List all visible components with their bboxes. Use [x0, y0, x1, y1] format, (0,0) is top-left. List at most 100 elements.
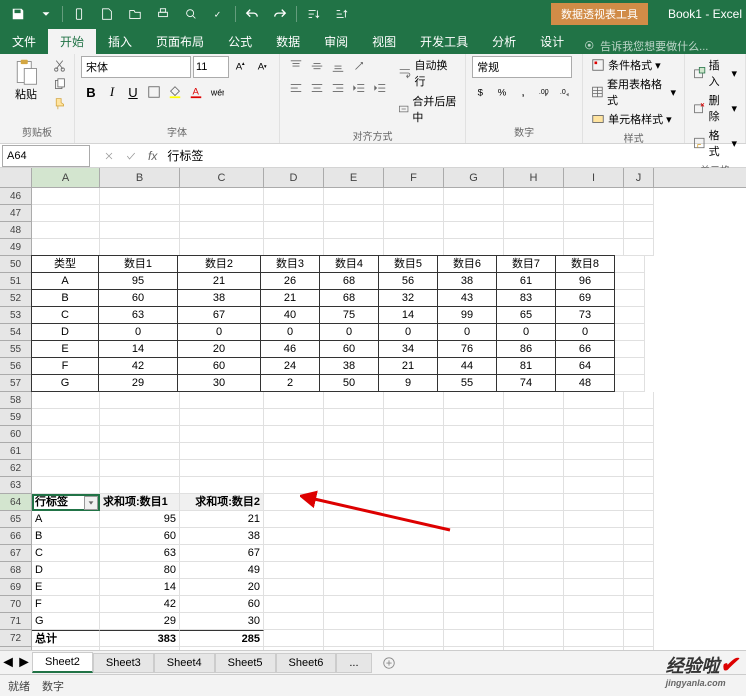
cell[interactable]: [384, 426, 444, 443]
cell[interactable]: 21: [180, 511, 264, 528]
cell[interactable]: 0: [496, 323, 556, 341]
row-header-64[interactable]: 64: [0, 494, 31, 511]
cell[interactable]: [324, 596, 384, 613]
cell[interactable]: 75: [319, 306, 379, 324]
cell[interactable]: 数目5: [378, 255, 438, 273]
cell[interactable]: [564, 239, 624, 256]
decrease-indent-icon[interactable]: [349, 78, 369, 98]
tab-review[interactable]: 审阅: [312, 29, 360, 54]
cell[interactable]: [384, 443, 444, 460]
cell[interactable]: [264, 239, 324, 256]
cell[interactable]: 数目1: [98, 255, 178, 273]
row-header-63[interactable]: 63: [0, 477, 31, 494]
cell[interactable]: [564, 477, 624, 494]
name-box[interactable]: [2, 145, 90, 167]
cell[interactable]: [324, 443, 384, 460]
cell[interactable]: [324, 188, 384, 205]
cell[interactable]: [444, 239, 504, 256]
touch-mode-icon[interactable]: [65, 2, 93, 26]
cell[interactable]: [100, 409, 180, 426]
sort-desc-icon[interactable]: [327, 2, 355, 26]
cell[interactable]: 数目4: [319, 255, 379, 273]
col-header-C[interactable]: C: [180, 168, 264, 187]
col-header-G[interactable]: G: [444, 168, 504, 187]
cell[interactable]: [324, 222, 384, 239]
align-center-icon[interactable]: [307, 78, 327, 98]
cell[interactable]: [264, 460, 324, 477]
cell[interactable]: [624, 630, 654, 647]
cell[interactable]: [504, 222, 564, 239]
insert-cells-button[interactable]: 插入 ▾: [691, 56, 739, 90]
tab-analyze[interactable]: 分析: [480, 29, 528, 54]
decrease-decimal-icon[interactable]: .0: [556, 82, 576, 102]
cell[interactable]: [504, 528, 564, 545]
sheet-tab-sheet2[interactable]: Sheet2: [32, 652, 93, 673]
cell[interactable]: 49: [180, 562, 264, 579]
cell[interactable]: [264, 494, 324, 511]
cell[interactable]: [264, 188, 324, 205]
cell[interactable]: [384, 596, 444, 613]
cell[interactable]: [180, 409, 264, 426]
row-header-57[interactable]: 57: [0, 375, 31, 392]
cell[interactable]: [100, 205, 180, 222]
cell[interactable]: [32, 392, 100, 409]
cell[interactable]: 44: [437, 357, 497, 375]
cell[interactable]: 65: [496, 306, 556, 324]
col-header-F[interactable]: F: [384, 168, 444, 187]
cell[interactable]: [324, 205, 384, 222]
cell[interactable]: [624, 460, 654, 477]
format-cells-button[interactable]: 格式 ▾: [691, 126, 739, 160]
col-header-J[interactable]: J: [624, 168, 654, 187]
cell[interactable]: [180, 443, 264, 460]
cell[interactable]: 86: [496, 340, 556, 358]
formula-input[interactable]: 行标签: [163, 147, 203, 164]
cell[interactable]: F: [32, 596, 100, 613]
cell[interactable]: [264, 511, 324, 528]
cell[interactable]: [324, 562, 384, 579]
sheet-tab-more[interactable]: ...: [336, 653, 371, 673]
cell[interactable]: [504, 545, 564, 562]
cell[interactable]: [264, 579, 324, 596]
cell[interactable]: [264, 222, 324, 239]
cell[interactable]: [444, 205, 504, 222]
cell[interactable]: 95: [98, 272, 178, 290]
cell[interactable]: [180, 222, 264, 239]
cell[interactable]: [444, 562, 504, 579]
cell[interactable]: 类型: [31, 255, 99, 273]
cell[interactable]: 42: [100, 596, 180, 613]
col-header-I[interactable]: I: [564, 168, 624, 187]
cell[interactable]: [264, 426, 324, 443]
row-header-67[interactable]: 67: [0, 545, 31, 562]
cell[interactable]: [624, 392, 654, 409]
row-header-58[interactable]: 58: [0, 392, 31, 409]
cell[interactable]: [324, 545, 384, 562]
cell[interactable]: [32, 222, 100, 239]
cell[interactable]: 48: [555, 374, 615, 392]
row-header-53[interactable]: 53: [0, 307, 31, 324]
cell[interactable]: A: [31, 272, 99, 290]
cell[interactable]: [264, 205, 324, 222]
row-header-66[interactable]: 66: [0, 528, 31, 545]
cell[interactable]: [100, 188, 180, 205]
increase-decimal-icon[interactable]: .00: [535, 82, 555, 102]
add-sheet-icon[interactable]: [378, 656, 400, 670]
cell[interactable]: [444, 545, 504, 562]
cell[interactable]: [624, 426, 654, 443]
merge-center-button[interactable]: 合并后居中: [396, 92, 459, 126]
cell[interactable]: [444, 392, 504, 409]
cell[interactable]: [32, 205, 100, 222]
cell[interactable]: 9: [378, 374, 438, 392]
font-color-button[interactable]: A: [186, 82, 206, 102]
cell[interactable]: 80: [100, 562, 180, 579]
align-right-icon[interactable]: [328, 78, 348, 98]
cell[interactable]: [384, 460, 444, 477]
cell[interactable]: [564, 460, 624, 477]
cell[interactable]: 67: [177, 306, 261, 324]
italic-button[interactable]: I: [102, 82, 122, 102]
cell[interactable]: [615, 341, 645, 358]
border-button[interactable]: [144, 82, 164, 102]
cell[interactable]: 74: [496, 374, 556, 392]
cell[interactable]: 40: [260, 306, 320, 324]
cell[interactable]: [564, 188, 624, 205]
cell[interactable]: [624, 494, 654, 511]
